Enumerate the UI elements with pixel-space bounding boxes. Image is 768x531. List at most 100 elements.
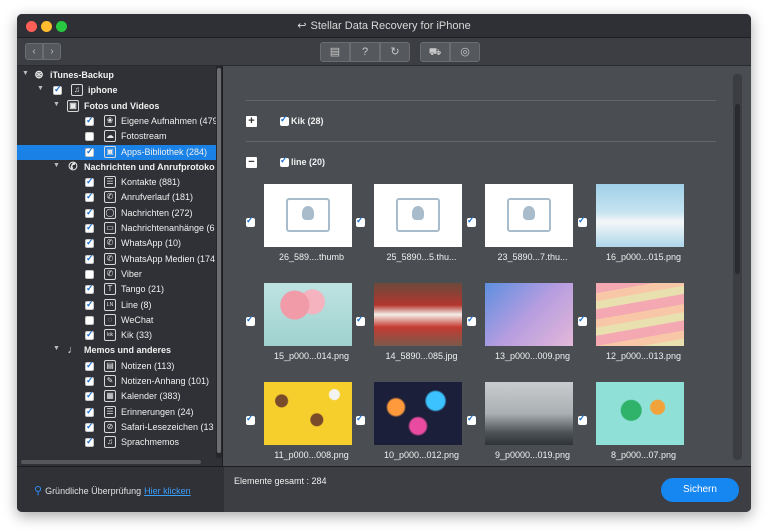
tree-checkbox[interactable]	[85, 329, 94, 341]
group-checkbox[interactable]	[280, 155, 289, 167]
file-checkbox[interactable]	[356, 413, 365, 425]
file-item[interactable]: 12_p000...013.png	[578, 283, 684, 367]
file-item[interactable]: 26_589....thumb	[246, 184, 352, 268]
file-checkbox[interactable]	[246, 314, 255, 326]
tree-item[interactable]: ✆ WhatsApp Medien (174	[17, 252, 216, 267]
tree-checkbox[interactable]	[85, 436, 94, 448]
tree-item[interactable]: ▦ Kalender (383)	[17, 389, 216, 404]
tree-checkbox[interactable]	[85, 222, 94, 233]
account-button[interactable]: ◎	[450, 42, 480, 62]
disclosure-arrow-icon[interactable]: ▼	[22, 70, 29, 77]
tree-item[interactable]: ▤ Notizen (113)	[17, 359, 216, 374]
back-button[interactable]: ‹	[25, 43, 43, 60]
tree-item[interactable]: ✎ Notizen-Anhang (101)	[17, 374, 216, 389]
file-item[interactable]: 9_p0000...019.png	[467, 382, 573, 466]
placeholder-thumbnail[interactable]	[374, 184, 462, 247]
group-line[interactable]: − line (20)	[246, 155, 446, 169]
file-checkbox[interactable]	[356, 314, 365, 326]
tree-checkbox[interactable]	[85, 191, 94, 203]
image-thumbnail[interactable]	[374, 283, 462, 346]
tree-item[interactable]: ◌ WeChat	[17, 313, 216, 328]
main-scroll-thumb[interactable]	[735, 104, 740, 274]
tree-checkbox[interactable]	[85, 269, 94, 279]
sidebar-horizontal-scrollbar[interactable]	[21, 460, 201, 464]
image-thumbnail[interactable]	[264, 382, 352, 445]
file-checkbox[interactable]	[578, 314, 587, 326]
deep-scan-link[interactable]: Hier klicken	[144, 486, 191, 496]
tree-checkbox[interactable]	[85, 115, 94, 126]
forward-button[interactable]: ›	[43, 43, 61, 60]
file-item[interactable]: 8_p000...07.png	[578, 382, 684, 466]
tree-checkbox[interactable]	[85, 421, 94, 432]
tree-item[interactable]: T Tango (21)	[17, 282, 216, 297]
image-thumbnail[interactable]	[596, 283, 684, 346]
group-kik[interactable]: + Kik (28)	[246, 114, 446, 128]
sidebar-scroll-thumb[interactable]	[217, 68, 221, 453]
file-item[interactable]: 14_5890...085.jpg	[356, 283, 462, 367]
file-item[interactable]: 13_p000...009.png	[467, 283, 573, 367]
refresh-button[interactable]: ↻	[380, 42, 410, 62]
tree-item[interactable]: ✆ Viber	[17, 267, 216, 282]
tree-item[interactable]: ✆ Anrufverlauf (181)	[17, 190, 216, 205]
file-checkbox[interactable]	[356, 215, 365, 227]
tree-checkbox[interactable]	[53, 84, 62, 96]
tree-item[interactable]: ⊘ Safari-Lesezeichen (13	[17, 420, 216, 435]
file-item[interactable]: 16_p000...015.png	[578, 184, 684, 268]
disclosure-arrow-icon[interactable]: ▼	[53, 162, 60, 169]
placeholder-thumbnail[interactable]	[264, 184, 352, 247]
tree-checkbox[interactable]	[85, 299, 94, 310]
group-checkbox[interactable]	[280, 114, 289, 126]
disclosure-arrow-icon[interactable]: ▼	[53, 101, 60, 108]
tree-checkbox[interactable]	[85, 132, 94, 142]
tree-checkbox[interactable]	[85, 146, 94, 157]
cart-button[interactable]: ⛟	[420, 42, 450, 62]
file-checkbox[interactable]	[467, 314, 476, 326]
tree-item[interactable]: ▭ Nachrichtenanhänge (6	[17, 221, 216, 236]
tree-checkbox[interactable]	[85, 390, 94, 402]
sidebar-scrollbar[interactable]	[216, 66, 222, 458]
placeholder-thumbnail[interactable]	[485, 184, 573, 247]
image-thumbnail[interactable]	[596, 184, 684, 247]
disclosure-arrow-icon[interactable]: ▼	[37, 85, 44, 92]
tree-root-itunes-backup[interactable]: ▼ ⊛ iTunes-Backup	[17, 68, 216, 83]
main-scrollbar[interactable]	[733, 74, 742, 460]
image-thumbnail[interactable]	[374, 382, 462, 445]
tree-checkbox[interactable]	[85, 176, 94, 188]
file-item[interactable]: 11_p000...008.png	[246, 382, 352, 466]
file-checkbox[interactable]	[578, 215, 587, 227]
save-list-button[interactable]: ▤	[320, 42, 350, 62]
disclosure-arrow-icon[interactable]: ▼	[53, 345, 60, 352]
file-item[interactable]: 10_p000...012.png	[356, 382, 462, 466]
file-checkbox[interactable]	[246, 215, 255, 227]
collapse-button[interactable]: −	[246, 157, 257, 168]
file-item[interactable]: 23_5890...7.thu...	[467, 184, 573, 268]
tree-checkbox[interactable]	[85, 207, 94, 218]
tree-checkbox[interactable]	[85, 253, 94, 264]
file-checkbox[interactable]	[578, 413, 587, 425]
tree-item[interactable]: LN Line (8)	[17, 298, 216, 313]
tree-item[interactable]: kik Kik (33)	[17, 328, 216, 343]
file-checkbox[interactable]	[467, 413, 476, 425]
tree-item[interactable]: ☁ Fotostream	[17, 129, 216, 144]
tree-group[interactable]: ▼ ♩ Memos und anderes	[17, 343, 216, 358]
image-thumbnail[interactable]	[485, 283, 573, 346]
save-button[interactable]: Sichern	[661, 478, 739, 502]
tree-item[interactable]: ▣ Apps-Bibliothek (284)	[17, 144, 216, 160]
tree-group[interactable]: ▼ ▣ Fotos und Videos	[17, 99, 216, 114]
tree-device-iphone[interactable]: ▼ ♫ iphone	[17, 83, 216, 98]
tree-checkbox[interactable]	[85, 375, 94, 386]
tree-item[interactable]: ❀ Eigene Aufnahmen (479	[17, 114, 216, 129]
tree-checkbox[interactable]	[85, 315, 94, 325]
image-thumbnail[interactable]	[485, 382, 573, 445]
tree-checkbox[interactable]	[85, 237, 94, 249]
tree-item[interactable]: ♫ Sprachmemos	[17, 435, 216, 450]
tree-item[interactable]: ☰ Kontakte (881)	[17, 175, 216, 190]
expand-button[interactable]: +	[246, 116, 257, 127]
file-checkbox[interactable]	[467, 215, 476, 227]
file-checkbox[interactable]	[246, 413, 255, 425]
tree-item[interactable]: ◯ Nachrichten (272)	[17, 206, 216, 221]
tree-checkbox[interactable]	[85, 360, 94, 371]
tree-item[interactable]: ☰ Erinnerungen (24)	[17, 405, 216, 420]
help-button[interactable]: ?	[350, 42, 380, 62]
tree-checkbox[interactable]	[85, 406, 94, 417]
